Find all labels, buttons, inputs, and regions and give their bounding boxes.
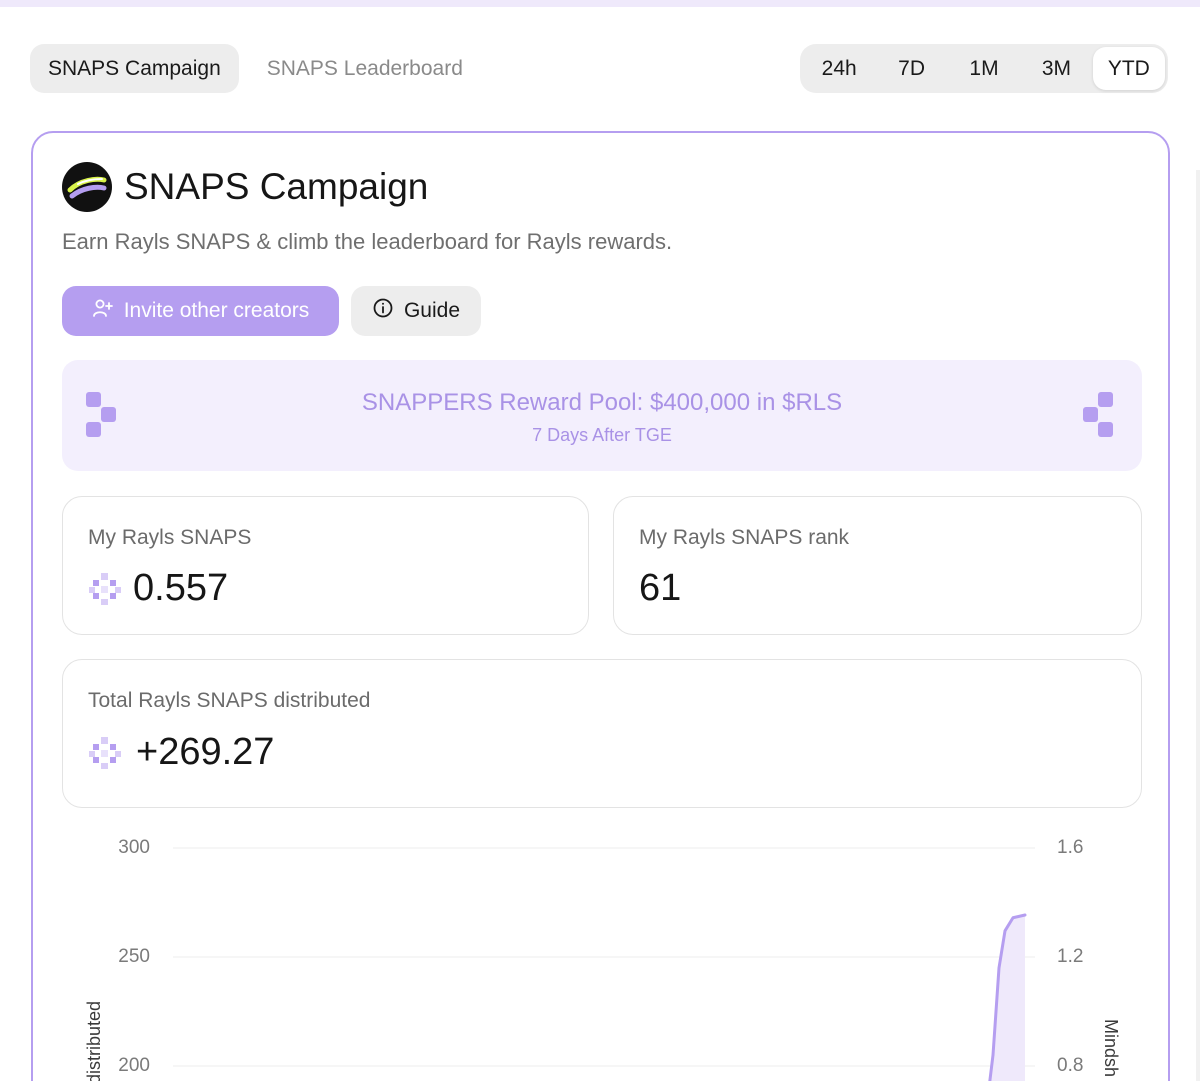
invite-creators-button[interactable]: Invite other creators: [62, 286, 339, 336]
snaps-pixel-icon: [88, 736, 122, 775]
right-tick-label: 0.8: [1057, 1055, 1083, 1076]
left-tick-label: 250: [118, 946, 150, 967]
page-title: SNAPS Campaign: [124, 166, 429, 207]
rayls-logo-icon: [62, 162, 112, 212]
tab-snaps-leaderboard[interactable]: SNAPS Leaderboard: [249, 44, 481, 93]
tab-snaps-campaign[interactable]: SNAPS Campaign: [30, 44, 239, 93]
pixel-decoration-icon: [1081, 390, 1117, 447]
snaps-distribution-chart: 300 250 200 1.6 1.2 0.8 PS distributed M…: [33, 823, 1168, 1081]
my-snaps-label: My Rayls SNAPS: [88, 526, 252, 549]
range-24h[interactable]: 24h: [803, 47, 875, 90]
my-snaps-card: My Rayls SNAPS 0.557: [62, 496, 589, 635]
user-plus-icon: [92, 297, 114, 325]
my-rank-value: 61: [639, 567, 682, 609]
right-tick-label: 1.6: [1057, 837, 1083, 858]
range-3m[interactable]: 3M: [1020, 47, 1092, 90]
tab-bar: SNAPS Campaign SNAPS Leaderboard: [30, 44, 481, 93]
reward-pool-title: SNAPPERS Reward Pool: $400,000 in $RLS: [361, 389, 843, 416]
guide-button[interactable]: Guide: [351, 286, 481, 336]
total-distributed-label: Total Rayls SNAPS distributed: [88, 689, 371, 712]
guide-label: Guide: [403, 299, 461, 322]
left-tick-label: 200: [118, 1055, 150, 1076]
range-7d[interactable]: 7D: [875, 47, 947, 90]
chart-svg: 300 250 200 1.6 1.2 0.8 PS distributed M…: [84, 837, 1121, 1081]
right-axis-label: Mindsh: [1101, 1019, 1121, 1077]
snaps-pixel-icon: [88, 572, 122, 611]
info-circle-icon: [372, 297, 394, 325]
reward-pool-banner: SNAPPERS Reward Pool: $400,000 in $RLS 7…: [62, 360, 1142, 471]
invite-creators-label: Invite other creators: [123, 299, 310, 322]
left-tick-label: 300: [118, 837, 150, 858]
series-area: [989, 914, 1025, 1081]
right-tick-label: 1.2: [1057, 946, 1083, 967]
range-ytd[interactable]: YTD: [1092, 47, 1166, 90]
adjacent-panel-edge: [1196, 170, 1200, 1081]
time-range-selector: 24h 7D 1M 3M YTD: [800, 44, 1168, 93]
campaign-card: SNAPS Campaign Earn Rayls SNAPS & climb …: [31, 131, 1170, 1081]
total-distributed-value: +269.27: [136, 731, 275, 773]
my-rank-card: My Rayls SNAPS rank 61: [613, 496, 1142, 635]
left-axis-label: PS distributed: [84, 1001, 104, 1081]
reward-pool-subtitle: 7 Days After TGE: [532, 425, 672, 445]
my-snaps-value: 0.557: [133, 567, 229, 609]
total-distributed-card: Total Rayls SNAPS distributed +269.27: [62, 659, 1142, 808]
range-1m[interactable]: 1M: [948, 47, 1020, 90]
my-rank-label: My Rayls SNAPS rank: [639, 526, 850, 549]
page-subtitle: Earn Rayls SNAPS & climb the leaderboard…: [62, 229, 673, 254]
top-strip: [0, 0, 1200, 7]
